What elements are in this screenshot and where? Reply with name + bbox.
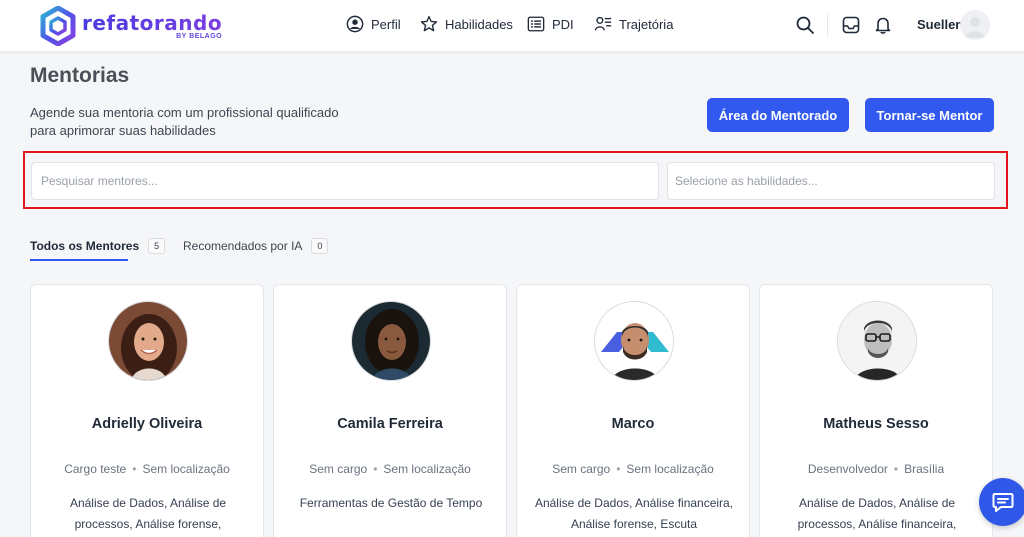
- page-subtitle: Agende sua mentoria com um profissional …: [30, 105, 339, 138]
- nav-item-habilidades[interactable]: Habilidades: [420, 15, 513, 33]
- top-header: refatorando BY BELAGO Perfil Habilidades…: [0, 0, 1024, 52]
- nav-label-trajetoria: Trajetória: [619, 16, 674, 32]
- mentor-role: Cargo teste: [64, 462, 127, 476]
- brand-logo[interactable]: refatorando BY BELAGO: [40, 4, 222, 48]
- chat-support-button[interactable]: [979, 478, 1024, 526]
- bell-icon[interactable]: [873, 15, 893, 35]
- mentor-meta: Sem cargo • Sem localização: [517, 462, 749, 476]
- nav-item-perfil[interactable]: Perfil: [346, 15, 401, 33]
- mentorado-area-button[interactable]: Área do Mentorado: [707, 98, 849, 132]
- mentor-photo: [108, 301, 188, 381]
- mentor-location: Sem localização: [383, 462, 471, 476]
- nav-item-pdi[interactable]: PDI: [527, 15, 574, 33]
- tab-all-mentors-label: Todos os Mentores: [30, 239, 140, 253]
- meta-separator: •: [373, 462, 378, 476]
- meta-separator: •: [132, 462, 137, 476]
- mentor-photo: [594, 301, 674, 381]
- brand-name: refatorando: [82, 11, 223, 35]
- header-divider: [827, 13, 828, 37]
- user-name[interactable]: Suellen: [917, 17, 963, 32]
- skills-select-placeholder: Selecione as habilidades...: [675, 174, 818, 188]
- tab-ai-recommended-count: 0: [311, 238, 329, 254]
- search-mentors-input[interactable]: Pesquisar mentores...: [31, 162, 659, 200]
- user-list-icon: [594, 16, 612, 31]
- meta-separator: •: [893, 462, 899, 476]
- mentor-name: Marco: [611, 416, 655, 432]
- brand-sub: BY BELAGO: [176, 33, 223, 40]
- man-portrait-icon: [595, 302, 673, 380]
- avatar[interactable]: [960, 10, 990, 40]
- user-circle-icon: [346, 15, 364, 33]
- mentor-meta: Desenvolvedor • Brasília: [760, 462, 992, 476]
- list-icon: [527, 16, 545, 32]
- mentor-skills: Análise de Dados, Análise de processos, …: [797, 496, 957, 531]
- mentor-role: Desenvolvedor: [807, 462, 888, 476]
- man-portrait-icon: [838, 302, 916, 380]
- mentor-location: Sem localização: [142, 462, 230, 476]
- mentor-card[interactable]: Camila Ferreira Sem cargo • Sem localizaçã…: [273, 284, 507, 537]
- mentor-skills: Análise de Dados, Análise de processos, …: [69, 496, 227, 531]
- mentor-skills: Análise de Dados, Análise financeira, An…: [534, 496, 734, 531]
- nav-label-pdi: PDI: [552, 16, 574, 32]
- meta-separator: •: [616, 462, 621, 476]
- mentor-skills: Ferramentas de Gestão de Tempo: [299, 496, 483, 510]
- tab-ai-recommended[interactable]: Recomendados por IA 0: [183, 238, 329, 254]
- inbox-icon[interactable]: [841, 15, 861, 35]
- mentor-location: Sem localização: [626, 462, 714, 476]
- search-filters-highlight: Pesquisar mentores... Selecione as habil…: [23, 151, 1008, 209]
- mentor-card[interactable]: Adrielly Oliveira Cargo teste • Sem locali…: [30, 284, 264, 537]
- nav-label-habilidades: Habilidades: [445, 16, 513, 32]
- mentor-card[interactable]: Marco Sem cargo • Sem localização Análise …: [516, 284, 750, 537]
- user-placeholder-icon: [965, 17, 985, 38]
- skills-select[interactable]: Selecione as habilidades...: [667, 162, 995, 200]
- search-mentors-placeholder: Pesquisar mentores...: [41, 174, 158, 188]
- become-mentor-button[interactable]: Tornar-se Mentor: [865, 98, 994, 132]
- search-icon[interactable]: [795, 15, 815, 35]
- mentor-name: Camila Ferreira: [337, 416, 443, 432]
- mentor-name: Adrielly Oliveira: [91, 416, 203, 432]
- mentor-meta: Cargo teste • Sem localização: [31, 462, 263, 476]
- mentor-role: Sem cargo: [309, 462, 368, 476]
- mentor-role: Sem cargo: [552, 462, 611, 476]
- tab-ai-recommended-label: Recomendados por IA: [183, 239, 303, 253]
- star-icon: [420, 15, 438, 32]
- active-tab-indicator: [30, 259, 128, 261]
- tab-all-mentors[interactable]: Todos os Mentores 5: [30, 238, 166, 254]
- tab-all-mentors-count: 5: [148, 238, 166, 254]
- nav-item-trajetoria[interactable]: Trajetória: [594, 15, 673, 33]
- mentor-location: Brasília: [904, 462, 945, 476]
- mentor-name: Matheus Sesso: [823, 416, 929, 432]
- nav-label-perfil: Perfil: [371, 16, 401, 32]
- mentor-card[interactable]: Matheus Sesso Desenvolvedor • Brasília Aná…: [759, 284, 993, 537]
- mentor-photo: [837, 301, 917, 381]
- logo-hexagon-icon: [40, 6, 76, 46]
- woman-portrait-icon: [352, 302, 430, 380]
- chat-bubble-icon: [992, 493, 1014, 512]
- mentor-photo: [351, 301, 431, 381]
- woman-portrait-icon: [109, 302, 187, 380]
- mentor-meta: Sem cargo • Sem localização: [274, 462, 506, 476]
- page-title: Mentorias: [30, 64, 130, 87]
